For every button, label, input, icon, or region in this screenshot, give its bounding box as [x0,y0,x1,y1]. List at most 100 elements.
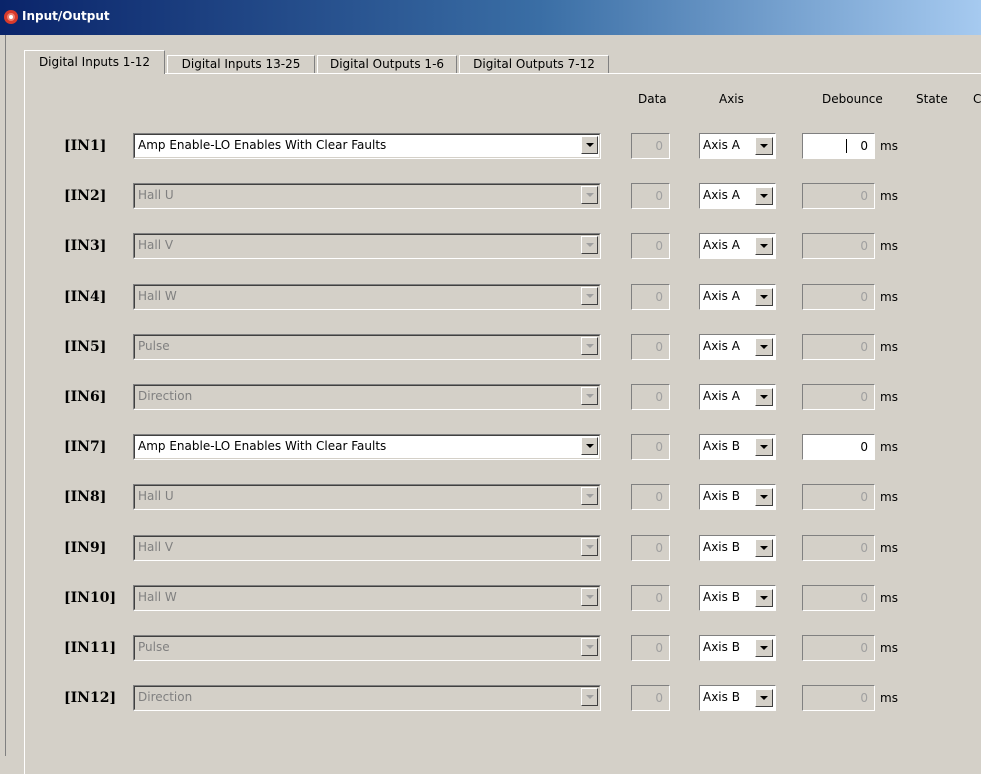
axis-select[interactable]: Axis B [699,534,776,561]
debounce-field: 0 [802,685,875,712]
input-label: [IN3] [64,238,107,255]
chevron-down-icon[interactable] [581,387,598,405]
input-function-select[interactable]: Hall V [133,534,601,561]
input-label: [IN4] [64,288,107,305]
debounce-unit: ms [880,590,898,605]
axis-value: Axis B [703,539,740,554]
chevron-down-icon[interactable] [581,336,598,355]
input-label: [IN1] [64,138,107,154]
data-field: 0 [631,685,670,712]
debounce-unit: ms [880,139,898,153]
chevron-down-icon[interactable] [581,638,598,656]
debounce-unit: ms [880,339,898,354]
axis-value: Axis B [703,640,740,654]
chevron-down-icon[interactable] [755,337,773,356]
input-function-value: Hall V [138,539,174,554]
data-field: 0 [631,133,670,159]
debounce-unit: ms [880,641,898,655]
chevron-down-icon[interactable] [581,437,598,456]
chevron-down-icon[interactable] [755,488,773,507]
debounce-field: 0 [802,233,875,260]
input-function-value: Amp Enable-LO Enables With Clear Faults [138,439,387,454]
input-function-select[interactable]: Hall W [133,584,601,611]
chevron-down-icon[interactable] [581,236,598,255]
input-function-value: Pulse [138,338,170,353]
axis-value: Axis A [703,389,740,403]
axis-select[interactable]: Axis A [699,183,776,210]
axis-select[interactable]: Axis A [699,133,776,159]
input-function-value: Hall U [138,489,174,504]
debounce-field[interactable]: 0 [802,133,875,159]
text-cursor [846,139,847,153]
chevron-down-icon[interactable] [755,237,773,256]
input-function-value: Hall W [138,288,177,303]
window-title: Input/Output [22,9,110,23]
chevron-down-icon[interactable] [755,438,773,457]
title-bar: Input/Output [0,0,981,35]
debounce-unit: ms [880,490,898,505]
axis-select[interactable]: Axis A [699,233,776,260]
debounce-unit: ms [880,289,898,304]
input-function-value: Direction [138,389,193,403]
debounce-field: 0 [802,635,875,661]
chevron-down-icon[interactable] [755,538,773,557]
chevron-down-icon[interactable] [755,287,773,306]
input-function-select[interactable]: Amp Enable-LO Enables With Clear Faults [133,434,601,461]
data-field: 0 [631,384,670,410]
axis-value: Axis A [703,338,740,353]
input-function-select[interactable]: Direction [133,685,601,712]
chevron-down-icon[interactable] [755,388,773,406]
input-function-select[interactable]: Pulse [133,635,601,661]
chevron-down-icon[interactable] [581,136,598,154]
chevron-down-icon[interactable] [581,688,598,707]
axis-select[interactable]: Axis B [699,484,776,511]
debounce-unit: ms [880,540,898,555]
axis-select[interactable]: Axis B [699,635,776,661]
axis-value: Axis B [703,589,740,604]
input-label: [IN10] [64,589,117,606]
axis-value: Axis A [703,238,740,253]
input-function-select[interactable]: Pulse [133,333,601,360]
chevron-down-icon[interactable] [581,587,598,606]
input-function-select[interactable]: Hall U [133,183,601,210]
data-field: 0 [631,534,670,561]
input-function-select[interactable]: Direction [133,384,601,410]
axis-select[interactable]: Axis B [699,584,776,611]
tab-digital-outputs-7-12[interactable]: Digital Outputs 7-12 [459,55,609,74]
axis-select[interactable]: Axis A [699,333,776,360]
input-function-select[interactable]: Hall V [133,233,601,260]
tab-digital-inputs-13-25[interactable]: Digital Inputs 13-25 [167,55,315,74]
axis-value: Axis A [703,138,740,152]
axis-select[interactable]: Axis B [699,434,776,461]
debounce-field: 0 [802,584,875,611]
input-label: [IN8] [64,489,107,506]
chevron-down-icon[interactable] [581,186,598,205]
chevron-down-icon[interactable] [755,187,773,206]
input-function-select[interactable]: Hall U [133,484,601,511]
input-function-value: Hall U [138,188,174,203]
data-field: 0 [631,233,670,260]
chevron-down-icon[interactable] [755,689,773,708]
axis-value: Axis A [703,288,740,303]
input-label: [IN11] [64,640,117,656]
debounce-field: 0 [802,384,875,410]
tab-digital-inputs-1-12[interactable]: Digital Inputs 1-12 [24,50,165,74]
debounce-field: 0 [802,333,875,360]
debounce-field[interactable]: 0 [802,434,875,461]
input-function-select[interactable]: Amp Enable-LO Enables With Clear Faults [133,133,601,159]
tab-digital-outputs-1-6[interactable]: Digital Outputs 1-6 [317,55,457,74]
axis-select[interactable]: Axis A [699,283,776,310]
chevron-down-icon[interactable] [581,286,598,305]
axis-select[interactable]: Axis A [699,384,776,410]
input-function-select[interactable]: Hall W [133,283,601,310]
data-field: 0 [631,635,670,661]
chevron-down-icon[interactable] [755,137,773,155]
chevron-down-icon[interactable] [755,639,773,657]
chevron-down-icon[interactable] [581,537,598,556]
debounce-field: 0 [802,484,875,511]
axis-select[interactable]: Axis B [699,685,776,712]
column-header-data: Data [638,92,667,106]
input-function-value: Direction [138,690,193,705]
chevron-down-icon[interactable] [581,487,598,506]
chevron-down-icon[interactable] [755,588,773,607]
